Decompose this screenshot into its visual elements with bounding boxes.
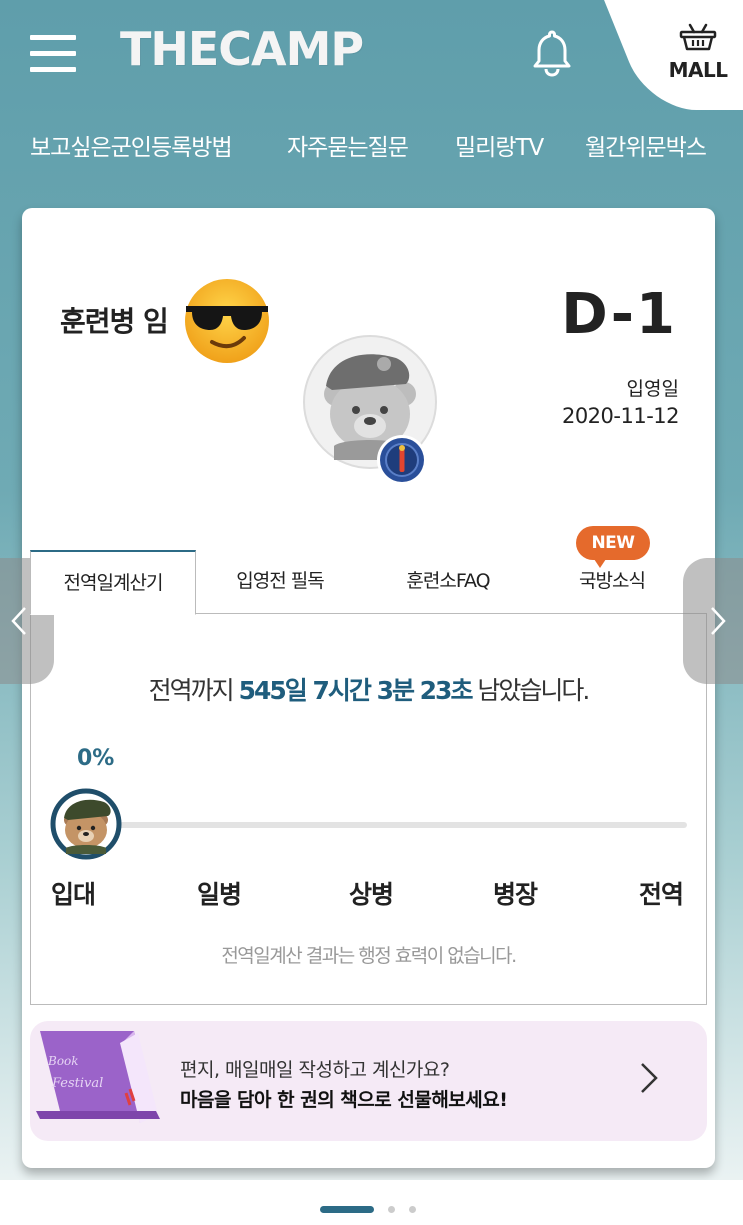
carousel-next-button[interactable]: [683, 558, 743, 684]
nav-item-millirang-tv[interactable]: 밀리랑TV: [455, 128, 544, 162]
basket-icon: [679, 23, 717, 51]
nav-item-monthly-box[interactable]: 월간위문박스: [585, 128, 707, 162]
progress-avatar: [50, 788, 122, 864]
enlist-date: 2020-11-12: [561, 404, 680, 428]
bottom-area: [0, 1180, 743, 1225]
nav-item-register-guide[interactable]: 보고싶은군인등록방법: [30, 128, 233, 162]
nav-item-faq[interactable]: 자주묻는질문: [287, 128, 409, 162]
tab-discharge-calculator[interactable]: 전역일계산기: [30, 550, 196, 615]
indicator-dot[interactable]: [388, 1206, 395, 1213]
progress-track: [91, 822, 687, 828]
rank-label: 입대: [51, 880, 96, 909]
svg-text:Festival: Festival: [51, 1076, 103, 1091]
top-nav: 보고싶은군인등록방법 자주묻는질문 밀리랑TV 월간위문박스: [0, 128, 743, 168]
army-badge-icon: [376, 434, 428, 490]
banner-line-1: 편지, 매일매일 작성하고 계신가요?: [180, 1059, 450, 1081]
menu-icon[interactable]: [30, 35, 76, 75]
banner-line-2: 마음을 담아 한 권의 책으로 선물해보세요!: [180, 1089, 508, 1111]
rank-label: 전역: [639, 880, 684, 909]
trainee-name: 훈련병 임: [60, 305, 169, 338]
book-festival-banner[interactable]: Book Festival 편지, 매일매일 작성하고 계신가요? 마음을 담아…: [30, 1021, 707, 1141]
bell-icon[interactable]: [530, 28, 574, 78]
rank-label: 병장: [493, 880, 538, 909]
tab-bar: 전역일계산기 입영전 필독 훈련소FAQ 국방소식: [30, 550, 707, 615]
app-logo[interactable]: THECAMP: [120, 22, 364, 76]
rank-label: 상병: [349, 880, 394, 909]
main-card: 훈련병 임 D-1 입영일 2020-11-12 NEW 전역일계산기 입영전 …: [22, 208, 715, 1168]
calculator-panel: 전역까지 545일 7시간 3분 23초 남았습니다. 0% 입대 일병 상병 …: [30, 613, 707, 1005]
enlist-label: 입영일: [626, 378, 679, 400]
remaining-time-value: 545일 7시간 3분 23초: [238, 676, 474, 705]
chevron-right-banner-icon: [639, 1061, 659, 1099]
rank-label: 일병: [197, 880, 242, 909]
chevron-right-icon: [711, 607, 726, 635]
chevron-left-icon: [11, 607, 26, 635]
mall-label: MALL: [668, 58, 728, 82]
app-header: THECAMP MALL: [0, 0, 743, 110]
disclaimer-text: 전역일계산 결과는 행정 효력이 없습니다.: [221, 945, 517, 967]
book-text: Book: [47, 1054, 79, 1068]
tab-training-faq[interactable]: 훈련소FAQ: [378, 550, 518, 614]
d-day-counter: D-1: [561, 282, 677, 347]
indicator-dot-active[interactable]: [320, 1206, 374, 1213]
tab-pre-enlist-guide[interactable]: 입영전 필독: [210, 550, 350, 614]
sunglasses-emoji: [182, 276, 272, 370]
indicator-dot[interactable]: [409, 1206, 416, 1213]
remaining-time-text: 전역까지 545일 7시간 3분 23초 남았습니다.: [148, 676, 591, 705]
progress-percent: 0%: [77, 746, 115, 771]
mall-button[interactable]: MALL: [662, 22, 734, 92]
book-festival-image: Book Festival: [30, 1023, 170, 1143]
tab-defense-news[interactable]: 국방소식: [542, 550, 682, 614]
